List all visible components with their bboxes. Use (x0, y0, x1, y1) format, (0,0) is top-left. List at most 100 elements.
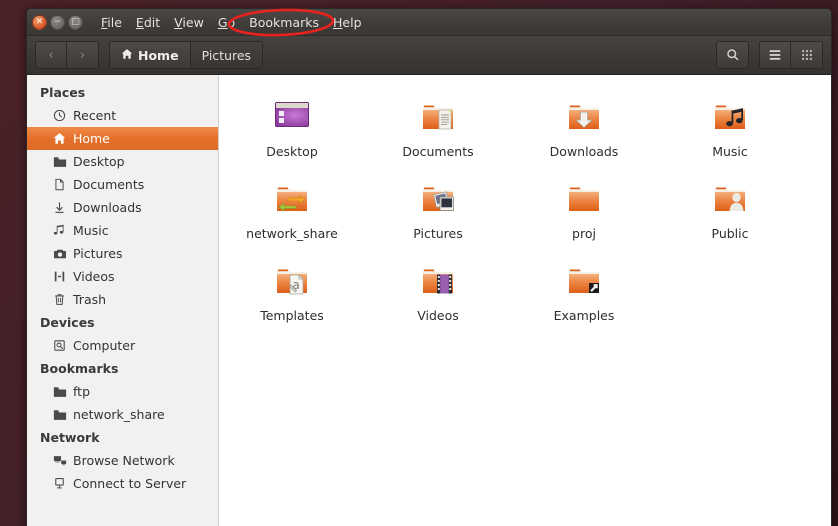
sidebar-label-documents: Documents (73, 177, 145, 192)
toolbar: ‹ › Home Pictures (27, 36, 831, 75)
examples-folder-icon (560, 257, 608, 305)
file-label-videos: Videos (417, 308, 459, 323)
search-icon[interactable] (717, 42, 748, 68)
menu-file[interactable]: File (94, 13, 129, 32)
icon-row: Desktop Documents Downloads Music (219, 87, 831, 169)
sidebar-item-recent[interactable]: Recent (27, 104, 218, 127)
icon-row: network_share Pictures proj Public (219, 169, 831, 251)
file-label-public: Public (711, 226, 749, 241)
share-folder-icon (268, 175, 316, 223)
videos-folder-icon (414, 257, 462, 305)
file-item-desktop[interactable]: Desktop (219, 87, 365, 169)
sidebar-label-pictures: Pictures (73, 246, 123, 261)
file-item-documents[interactable]: Documents (365, 87, 511, 169)
clock-icon (52, 108, 67, 123)
menu-view[interactable]: View (167, 13, 211, 32)
menu-edit-label: dit (143, 14, 161, 30)
sidebar-item-ftp[interactable]: ftp (27, 380, 218, 403)
sidebar-item-browse-network[interactable]: Browse Network (27, 449, 218, 472)
sidebar-item-pictures[interactable]: Pictures (27, 242, 218, 265)
breadcrumb-item-home[interactable]: Home (110, 42, 191, 68)
menu-help[interactable]: Help (326, 13, 369, 32)
file-item-public[interactable]: Public (657, 169, 803, 251)
menu-go-label: o (227, 14, 236, 30)
breadcrumb: Home Pictures (109, 41, 264, 69)
icon-row: a Templates Videos Examples (219, 251, 831, 333)
menu-help-label: elp (342, 14, 362, 30)
file-item-proj[interactable]: proj (511, 169, 657, 251)
folder-icon (52, 407, 67, 422)
documents-folder-icon (414, 93, 462, 141)
file-label-downloads: Downloads (549, 144, 619, 159)
downloads-folder-icon (560, 93, 608, 141)
file-item-templates[interactable]: a Templates (219, 251, 365, 333)
music-icon (52, 223, 67, 238)
computer-icon (52, 338, 67, 353)
public-folder-icon (706, 175, 754, 223)
sidebar-label-connect-to-server: Connect to Server (73, 476, 187, 491)
plain-folder-icon (560, 175, 608, 223)
file-item-examples[interactable]: Examples (511, 251, 657, 333)
sidebar-label-recent: Recent (73, 108, 117, 123)
menu-go[interactable]: Go (211, 13, 242, 32)
menu-bookmarks[interactable]: Bookmarks (242, 13, 326, 32)
sidebar-item-connect-to-server[interactable]: Connect to Server (27, 472, 218, 495)
view-mode-group (759, 41, 823, 69)
sidebar-item-videos[interactable]: Videos (27, 265, 218, 288)
icon-view[interactable]: Desktop Documents Downloads Music networ… (219, 75, 831, 526)
sidebar-item-downloads[interactable]: Downloads (27, 196, 218, 219)
forward-button[interactable]: › (67, 42, 98, 68)
sidebar-item-music[interactable]: Music (27, 219, 218, 242)
file-item-videos[interactable]: Videos (365, 251, 511, 333)
breadcrumb-home-label: Home (138, 47, 179, 63)
sidebar-label-home: Home (73, 131, 110, 146)
file-item-network-share[interactable]: network_share (219, 169, 365, 251)
sidebar-item-computer[interactable]: Computer (27, 334, 218, 357)
desktop-folder-icon (268, 93, 316, 141)
camera-icon (52, 246, 67, 261)
file-label-network-share: network_share (246, 226, 338, 241)
file-item-music[interactable]: Music (657, 87, 803, 169)
icon-grid: Desktop Documents Downloads Music networ… (219, 87, 831, 333)
sidebar-heading-places: Places (40, 85, 86, 100)
folder-icon (52, 384, 67, 399)
breadcrumb-item-pictures[interactable]: Pictures (190, 42, 263, 68)
sidebar-item-network-share[interactable]: network_share (27, 403, 218, 426)
home-icon (121, 48, 133, 63)
sidebar-item-desktop[interactable]: Desktop (27, 150, 218, 173)
breadcrumb-pictures-label: Pictures (201, 47, 252, 63)
menubar: File Edit View Go Bookmarks Help (94, 13, 369, 32)
sidebar-item-documents[interactable]: Documents (27, 173, 218, 196)
trash-icon (52, 292, 67, 307)
server-icon (52, 476, 67, 491)
file-label-documents: Documents (402, 144, 474, 159)
file-item-downloads[interactable]: Downloads (511, 87, 657, 169)
network-icon (52, 453, 67, 468)
grid-view-icon[interactable] (791, 42, 822, 68)
pictures-folder-icon (414, 175, 462, 223)
folder-icon (52, 154, 67, 169)
music-folder-icon (706, 93, 754, 141)
close-icon[interactable]: ✕ (32, 14, 47, 30)
sidebar-heading-bookmarks: Bookmarks (40, 361, 119, 376)
menu-view-label: iew (182, 14, 204, 30)
maximize-icon[interactable]: □ (68, 14, 83, 30)
back-button[interactable]: ‹ (36, 42, 67, 68)
sidebar-label-network-share: network_share (73, 407, 165, 422)
file-label-music: Music (712, 144, 748, 159)
file-label-pictures: Pictures (413, 226, 463, 241)
sidebar-label-browse-network: Browse Network (73, 453, 175, 468)
sidebar-item-home[interactable]: Home (27, 127, 218, 150)
menu-file-label: ile (107, 14, 122, 30)
document-icon (52, 177, 67, 192)
file-item-pictures[interactable]: Pictures (365, 169, 511, 251)
window-body: Places Recent Home Desktop Documents Dow… (27, 75, 831, 526)
sidebar-heading-network: Network (40, 430, 100, 445)
home-icon (52, 131, 67, 146)
list-view-icon[interactable] (760, 42, 791, 68)
sidebar-item-trash[interactable]: Trash (27, 288, 218, 311)
sidebar-heading-devices: Devices (40, 315, 95, 330)
minimize-icon[interactable]: − (50, 14, 65, 30)
menu-edit[interactable]: Edit (129, 13, 167, 32)
nav-button-group: ‹ › (35, 41, 99, 69)
